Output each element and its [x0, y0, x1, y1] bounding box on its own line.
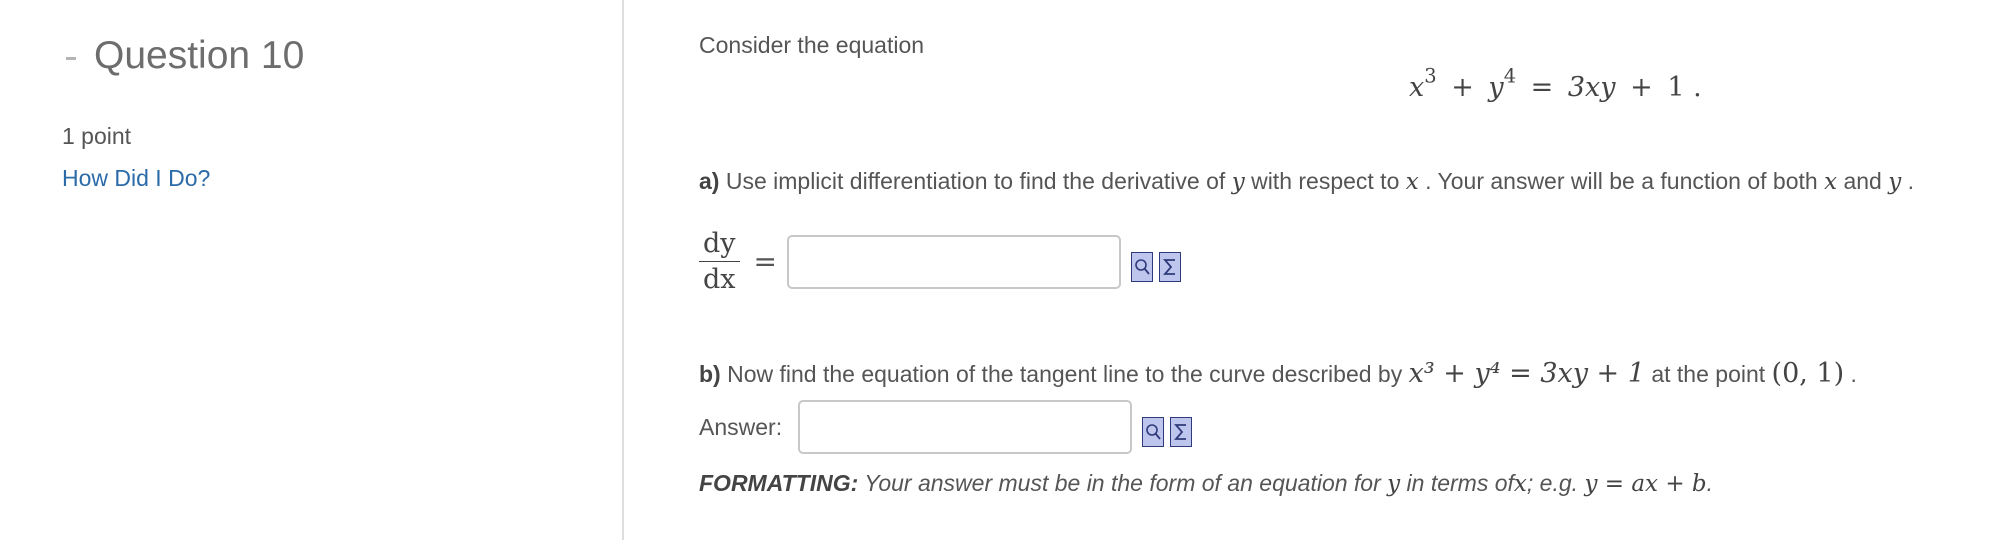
question-header[interactable]: Question 10 [66, 34, 304, 78]
part-a-text: a) Use implicit differentiation to find … [699, 168, 1914, 195]
derivative-tools [1131, 251, 1187, 282]
question-content: Consider the equation x3 + y4 = 3xy + 1 … [699, 0, 2006, 554]
preview-icon[interactable] [1131, 251, 1154, 282]
answer-tools [1142, 417, 1198, 447]
question-sidebar: Question 10 1 point How Did I Do? [0, 0, 624, 540]
formatting-note: FORMATTING: Your answer must be in the f… [699, 470, 1714, 497]
tangent-line-input[interactable] [798, 400, 1133, 454]
collapse-icon[interactable] [66, 56, 76, 60]
equation-editor-icon[interactable] [1170, 417, 1193, 447]
tangent-answer-row: Answer: [699, 400, 1198, 454]
main-equation: x3 + y4 = 3xy + 1 . [1409, 64, 1702, 103]
points-label: 1 point [62, 123, 132, 149]
derivative-answer-row: dy dx = [699, 228, 1187, 295]
intro-text: Consider the equation [699, 32, 925, 58]
dy-dx-fraction: dy dx [699, 228, 740, 295]
preview-icon[interactable] [1142, 417, 1165, 447]
answer-label: Answer: [699, 413, 783, 440]
part-b-text: b) Now find the equation of the tangent … [699, 358, 1857, 389]
how-did-i-do-link[interactable]: How Did I Do? [62, 165, 210, 192]
equation-editor-icon[interactable] [1159, 251, 1182, 282]
question-title: Question 10 [94, 34, 305, 77]
derivative-input[interactable] [787, 234, 1122, 289]
